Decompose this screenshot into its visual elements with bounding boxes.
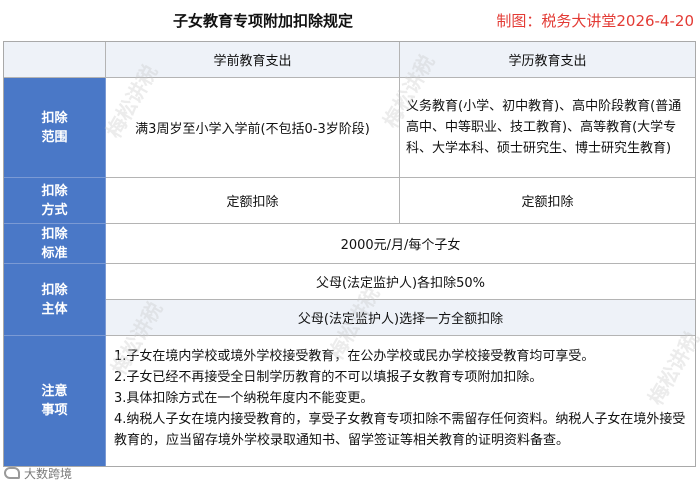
row-label-subject: 扣除主体 <box>4 264 106 336</box>
subject-option-1: 父母(法定监护人)各扣除50% <box>106 264 695 300</box>
row-label-scope-text: 扣除范围 <box>41 110 68 145</box>
row-label-standard: 扣除标准 <box>4 224 106 264</box>
note-item: 1.子女在境内学校或境外学校接受教育，在公办学校或民办学校接受教育均可享受。 <box>114 349 595 364</box>
row-label-method: 扣除方式 <box>4 178 106 224</box>
deduction-table: 学前教育支出 学历教育支出 扣除范围 满3周岁至小学入学前(不包括0-3岁阶段)… <box>3 41 696 467</box>
maker-credit: 制图：税务大讲堂2026-4-20 <box>496 12 694 30</box>
row-label-notes: 注意事项 <box>4 336 106 466</box>
note-item: 3.具体扣除方式在一个纳税年度内不能变更。 <box>114 391 374 406</box>
scope-preschool: 满3周岁至小学入学前(不包括0-3岁阶段) <box>106 78 400 178</box>
footer-logo-text: 大数跨境 <box>24 466 73 481</box>
notes-content: 1.子女在境内学校或境外学校接受教育，在公办学校或民办学校接受教育均可享受。 2… <box>106 336 695 466</box>
method-preschool: 定额扣除 <box>106 178 400 224</box>
note-item: 2.子女已经不再接受全日制学历教育的不可以填报子女教育专项附加扣除。 <box>114 370 543 385</box>
row-label-notes-text: 注意事项 <box>41 384 68 418</box>
row-label-subject-text: 扣除主体 <box>41 282 68 317</box>
title-row: 子女教育专项附加扣除规定 制图：税务大讲堂2026-4-20 <box>3 2 696 40</box>
row-label-standard-text: 扣除标准 <box>41 226 68 261</box>
logo-icon <box>4 467 20 479</box>
column-header-preschool: 学前教育支出 <box>106 42 400 78</box>
footer-logo: 大数跨境 <box>4 464 72 482</box>
header-corner <box>4 42 106 78</box>
row-label-scope: 扣除范围 <box>4 78 106 178</box>
row-label-method-text: 扣除方式 <box>41 183 68 218</box>
page-title: 子女教育专项附加扣除规定 <box>172 12 353 30</box>
column-header-academic: 学历教育支出 <box>400 42 695 78</box>
standard-value: 2000元/月/每个子女 <box>106 224 695 264</box>
note-item: 4.纳税人子女在境内接受教育的，享受子女教育专项扣除不需留存任何资料。纳税人子女… <box>114 412 686 448</box>
method-academic: 定额扣除 <box>400 178 695 224</box>
scope-academic: 义务教育(小学、初中教育)、高中阶段教育(普通高中、中等职业、技工教育)、高等教… <box>400 78 695 178</box>
subject-option-2: 父母(法定监护人)选择一方全额扣除 <box>106 300 695 336</box>
